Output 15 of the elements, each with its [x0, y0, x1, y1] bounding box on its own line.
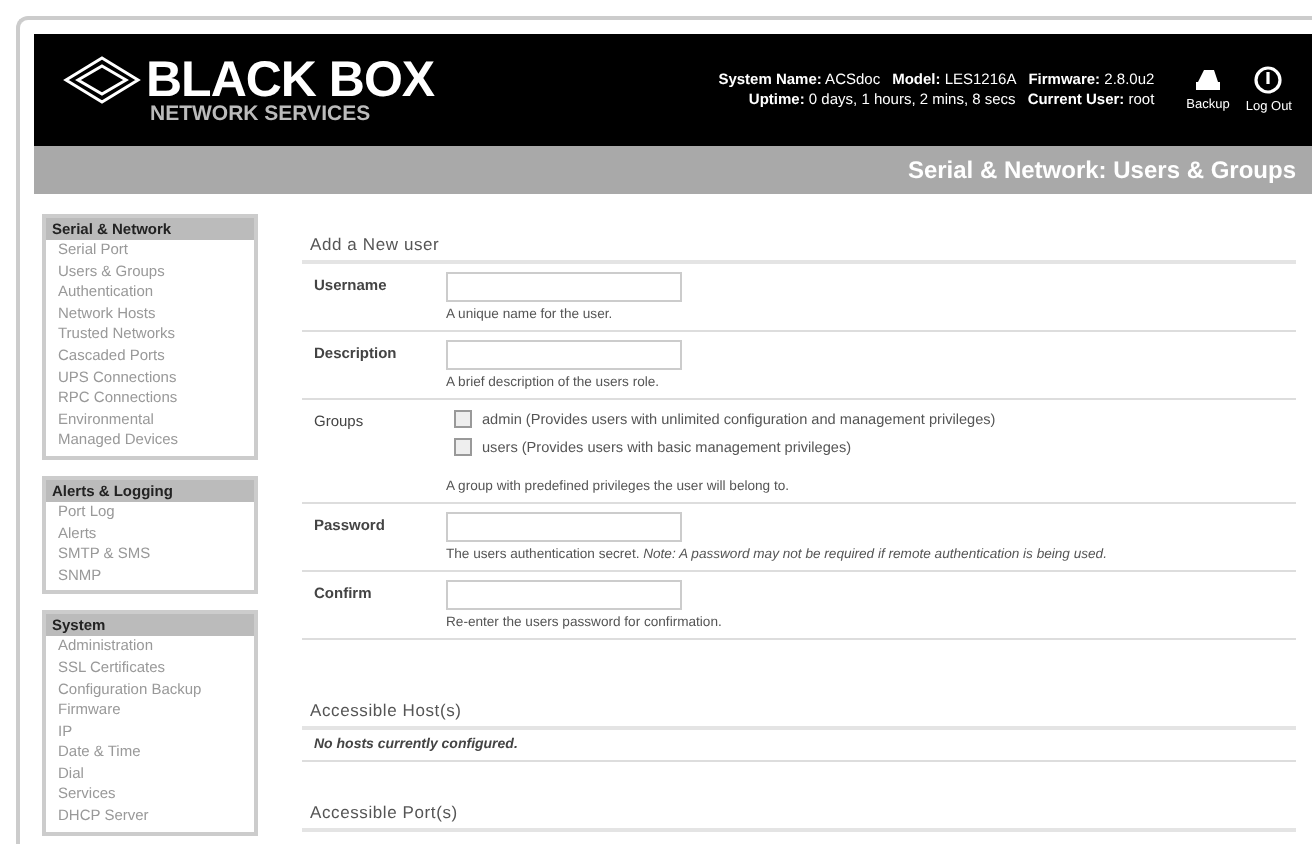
brand-tagline: NETWORK SERVICES — [150, 103, 373, 125]
page-title: Serial & Network: Users & Groups — [907, 156, 1296, 184]
input-field[interactable] — [446, 580, 682, 610]
section-heading: Accessible Port(s) — [302, 782, 1296, 832]
checkbox[interactable] — [454, 438, 472, 456]
power-icon — [1254, 66, 1283, 94]
checkbox[interactable] — [454, 410, 472, 428]
diamond-logo-icon — [62, 55, 142, 104]
section-heading: Accessible Host(s) — [302, 680, 1296, 730]
section-heading: Add a New user — [302, 214, 1296, 264]
input-field[interactable] — [446, 272, 682, 302]
input-field[interactable] — [446, 340, 682, 370]
input-field[interactable] — [446, 512, 682, 542]
tray-icon — [1194, 66, 1223, 92]
brand-name: BLACK BOX — [146, 55, 435, 106]
